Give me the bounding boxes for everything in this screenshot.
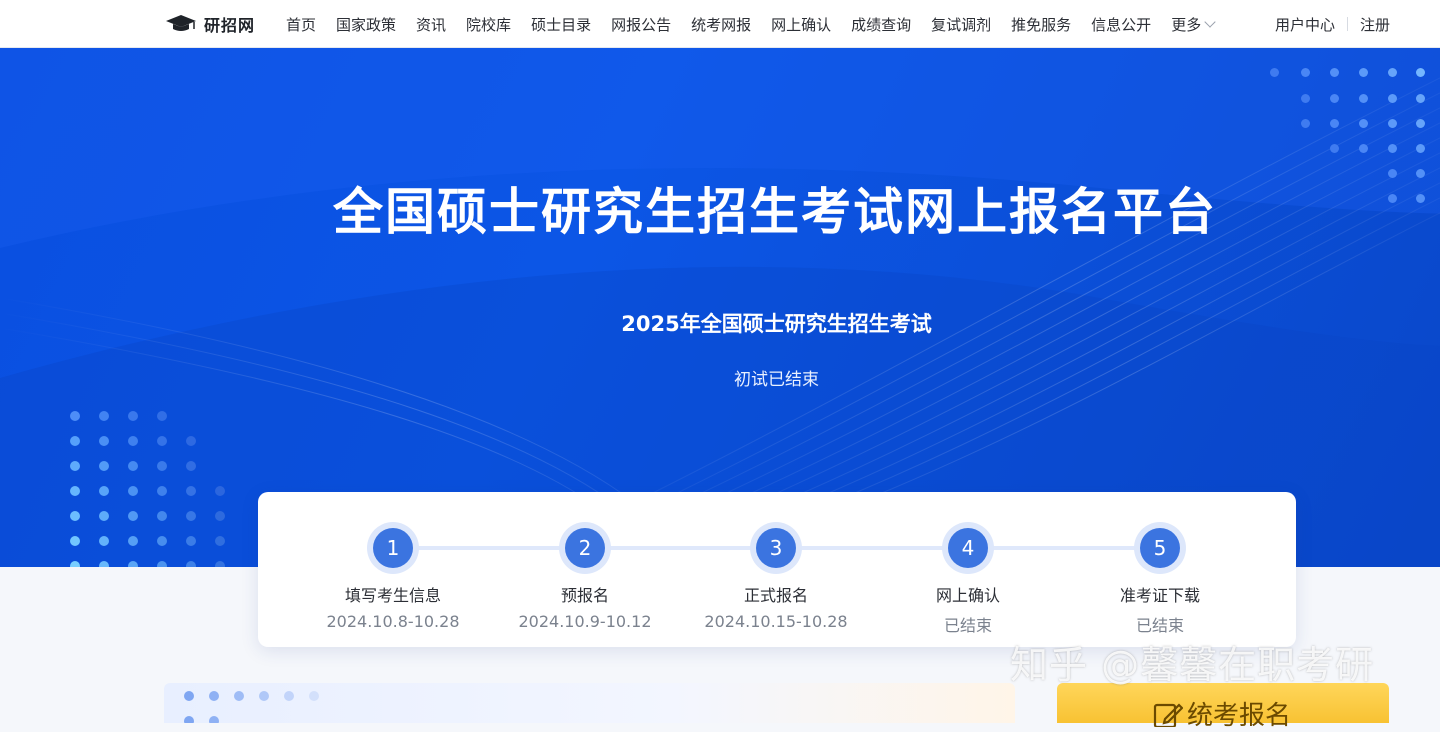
nav-item-schools[interactable]: 院校库 (466, 14, 511, 35)
step-date: 2024.10.9-10.12 (518, 612, 652, 631)
register-link[interactable]: 注册 (1360, 14, 1390, 35)
hero-banner: 全国硕士研究生招生考试网上报名平台 2025年全国硕士研究生招生考试 初试已结束 (0, 48, 1440, 567)
divider (1346, 17, 1348, 31)
step-date: 已结束 (943, 616, 992, 635)
nav-item-scores[interactable]: 成绩查询 (851, 14, 911, 35)
dot-pattern-icon (184, 691, 319, 723)
step-name: 准考证下载 (1119, 586, 1200, 605)
step-badge: 1 (367, 522, 419, 574)
watermark-text: 知乎 @馨馨在职考研 (1010, 643, 1375, 687)
site-logo[interactable]: 研招网 (164, 12, 255, 36)
user-center-link[interactable]: 用户中心 (1275, 14, 1335, 35)
step-number: 4 (948, 528, 988, 568)
nav-item-more[interactable]: 更多 (1171, 14, 1216, 35)
registration-steps-card: 1 填写考生信息 2024.10.8-10.28 2 预报名 2024.10.9… (258, 492, 1296, 647)
step-5: 5 准考证下载 已结束 (1060, 522, 1260, 636)
nav-item-registration[interactable]: 统考网报 (691, 14, 751, 35)
step-badge: 3 (750, 522, 802, 574)
exam-subtitle: 2025年全国硕士研究生招生考试 (621, 312, 932, 336)
nav-item-home[interactable]: 首页 (286, 14, 316, 35)
step-badge: 2 (559, 522, 611, 574)
step-name: 预报名 (560, 586, 609, 605)
step-1: 1 填写考生信息 2024.10.8-10.28 (293, 522, 493, 631)
step-name: 填写考生信息 (344, 586, 441, 605)
user-links: 用户中心 注册 (1275, 0, 1390, 48)
step-date: 2024.10.8-10.28 (326, 612, 460, 631)
step-4: 4 网上确认 已结束 (868, 522, 1068, 636)
nav-item-announcements[interactable]: 网报公告 (611, 14, 671, 35)
nav-item-adjustment[interactable]: 复试调剂 (931, 14, 991, 35)
more-label: 更多 (1171, 15, 1202, 34)
cta-label: 统考报名 (1187, 700, 1292, 731)
step-number: 3 (756, 528, 796, 568)
step-number: 1 (373, 528, 413, 568)
register-cta-button[interactable]: 统考报名 (1057, 683, 1389, 731)
nav-item-disclosure[interactable]: 信息公开 (1091, 14, 1151, 35)
step-date: 2024.10.15-10.28 (704, 612, 848, 631)
page-title: 全国硕士研究生招生考试网上报名平台 (333, 183, 1217, 241)
step-2: 2 预报名 2024.10.9-10.12 (485, 522, 685, 631)
exam-status: 初试已结束 (734, 370, 819, 390)
brand-name: 研招网 (204, 16, 256, 35)
nav-item-confirmation[interactable]: 网上确认 (771, 14, 831, 35)
top-navbar: 研招网 首页 国家政策 资讯 院校库 硕士目录 网报公告 统考网报 网上确认 成… (0, 0, 1440, 48)
step-name: 正式报名 (743, 586, 808, 605)
step-number: 2 (565, 528, 605, 568)
graduation-cap-icon (166, 15, 196, 31)
edit-icon (1153, 703, 1183, 727)
nav-item-catalog[interactable]: 硕士目录 (531, 14, 591, 35)
step-name: 网上确认 (935, 586, 1000, 605)
main-nav: 首页 国家政策 资讯 院校库 硕士目录 网报公告 统考网报 网上确认 成绩查询 … (286, 0, 1216, 48)
step-date: 已结束 (1135, 616, 1184, 635)
nav-item-news[interactable]: 资讯 (416, 14, 446, 35)
nav-item-recommendation[interactable]: 推免服务 (1011, 14, 1071, 35)
step-badge: 5 (1134, 522, 1186, 574)
info-banner[interactable] (164, 683, 1015, 723)
step-number: 5 (1140, 528, 1180, 568)
step-3: 3 正式报名 2024.10.15-10.28 (676, 522, 876, 631)
nav-item-policy[interactable]: 国家政策 (336, 14, 396, 35)
step-badge: 4 (942, 522, 994, 574)
chevron-down-icon (1204, 16, 1216, 28)
